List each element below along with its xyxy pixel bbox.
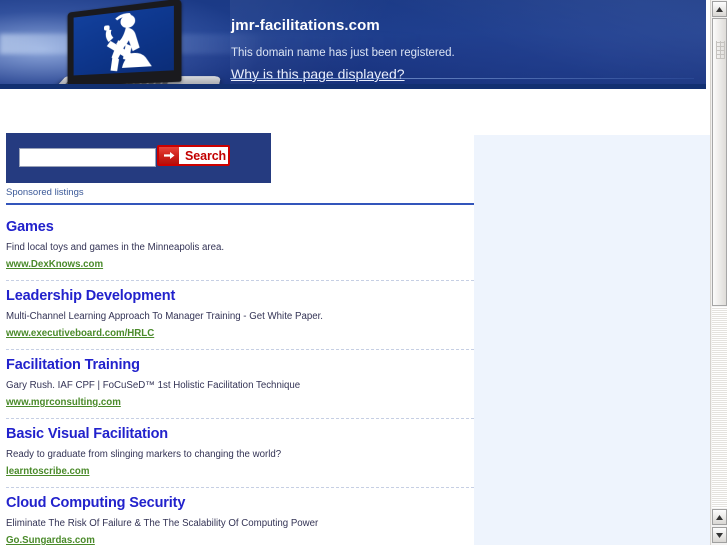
domain-title: jmr-facilitations.com [231,17,380,34]
listing-url[interactable]: www.executiveboard.com/HRLC [6,327,154,340]
laptop-screen [73,5,174,76]
listing-title[interactable]: Games [6,218,474,237]
search-input[interactable] [19,148,156,167]
listing-title[interactable]: Facilitation Training [6,356,474,375]
right-ad-panel [474,135,710,545]
why-is-this-page-displayed-link[interactable]: Why is this page displayed? [231,66,405,83]
listing-description: Eliminate The Risk Of Failure & The The … [6,518,319,529]
listing-description: Multi-Channel Learning Approach To Manag… [6,311,323,322]
section-divider [6,203,474,205]
list-item[interactable]: Games Find local toys and games in the M… [6,212,474,280]
scroll-track-lower[interactable] [712,307,727,508]
arrow-right-icon [159,147,179,164]
page-viewport: jmr-facilitations.com This domain name h… [0,0,710,545]
listing-description: Gary Rush. IAF CPF | FoCuSeD™ 1st Holist… [6,380,301,391]
laptop-lid [67,0,182,87]
banner-divider-dark [0,84,706,89]
search-button[interactable]: Search [157,145,230,166]
vertical-scrollbar[interactable] [710,0,727,545]
construction-worker-icon [104,12,152,72]
banner-divider-light [230,78,694,79]
scroll-thumb-grip [716,41,725,59]
listing-description: Find local toys and games in the Minneap… [6,242,225,253]
domain-subtitle: This domain name has just been registere… [231,47,455,59]
header-banner: jmr-facilitations.com This domain name h… [0,0,706,89]
listing-url[interactable]: www.mgrconsulting.com [6,396,121,409]
sponsored-listings: Games Find local toys and games in the M… [6,212,474,545]
triangle-up-icon [716,6,723,12]
scroll-up-button[interactable] [712,1,727,17]
listing-description: Ready to graduate from slinging markers … [6,449,282,460]
listing-title[interactable]: Leadership Development [6,287,474,306]
sponsored-listings-label: Sponsored listings [6,187,84,198]
search-button-label: Search [185,148,227,163]
listing-url[interactable]: www.DexKnows.com [6,258,103,271]
scroll-thumb[interactable] [712,18,727,306]
laptop-under-construction-icon [36,0,236,89]
list-item[interactable]: Leadership Development Multi-Channel Lea… [6,281,474,349]
scroll-up-button-bottom[interactable] [712,509,727,525]
listing-title[interactable]: Cloud Computing Security [6,494,474,513]
scroll-down-button[interactable] [712,527,727,543]
triangle-down-icon [716,532,723,538]
listing-url[interactable]: Go.Sungardas.com [6,534,95,545]
list-item[interactable]: Basic Visual Facilitation Ready to gradu… [6,419,474,487]
list-item[interactable]: Facilitation Training Gary Rush. IAF CPF… [6,350,474,418]
triangle-up-icon [716,514,723,520]
listing-url[interactable]: learntoscribe.com [6,465,89,478]
search-panel [6,133,271,183]
list-item[interactable]: Cloud Computing Security Eliminate The R… [6,488,474,545]
header-text-block: jmr-facilitations.com This domain name h… [231,17,681,84]
listing-title[interactable]: Basic Visual Facilitation [6,425,474,444]
